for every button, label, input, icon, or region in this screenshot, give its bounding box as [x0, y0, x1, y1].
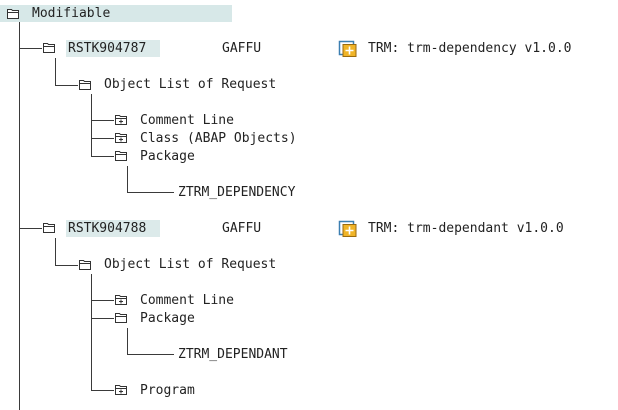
- folder-open-icon[interactable]: [79, 259, 92, 270]
- folder-closed-icon[interactable]: [115, 114, 128, 125]
- tree-connector: [56, 265, 78, 266]
- folder-open-icon[interactable]: [79, 79, 92, 90]
- tree-connector: [92, 120, 114, 121]
- tree-connector: [20, 48, 42, 49]
- request-description: TRM: trm-dependant v1.0.0: [368, 221, 564, 236]
- tree-node-package[interactable]: Package: [140, 310, 195, 328]
- tree-connector: [91, 94, 92, 157]
- request-id[interactable]: RSTK904788: [68, 220, 146, 238]
- tree-node-program[interactable]: Program: [140, 382, 195, 400]
- folder-closed-icon[interactable]: [115, 384, 128, 395]
- folder-closed-icon[interactable]: [115, 132, 128, 143]
- request-owner: GAFFU: [222, 221, 262, 236]
- tree-connector: [92, 156, 114, 157]
- tree-leaf-package-name[interactable]: ZTRM_DEPENDENCY: [178, 184, 295, 202]
- tree-connector: [127, 328, 128, 355]
- folder-open-icon[interactable]: [43, 222, 56, 233]
- tree-connector: [92, 390, 114, 391]
- object-list-node[interactable]: Object List of Request: [104, 76, 276, 94]
- tree-connector: [128, 354, 174, 355]
- tree-connector: [20, 228, 42, 229]
- tree-node-class[interactable]: Class (ABAP Objects): [140, 130, 297, 148]
- tree-connector: [55, 238, 56, 266]
- tree-leaf-package-name[interactable]: ZTRM_DEPENDANT: [178, 346, 288, 364]
- folder-closed-icon[interactable]: [115, 294, 128, 305]
- tree-node-comment-line[interactable]: Comment Line: [140, 292, 234, 310]
- tree-connector: [128, 192, 174, 193]
- tree-connector: [92, 318, 114, 319]
- folder-open-icon[interactable]: [43, 42, 56, 53]
- request-description: TRM: trm-dependency v1.0.0: [368, 41, 572, 56]
- folder-open-icon[interactable]: [115, 312, 128, 323]
- request-id[interactable]: RSTK904787: [68, 40, 146, 58]
- tree-node-modifiable[interactable]: Modifiable: [32, 5, 110, 23]
- trm-package-icon: [338, 220, 357, 237]
- folder-open-icon[interactable]: [115, 150, 128, 161]
- tree-connector: [92, 138, 114, 139]
- tree-connector: [91, 274, 92, 391]
- tree-connector: [127, 166, 128, 193]
- tree-node-comment-line[interactable]: Comment Line: [140, 112, 234, 130]
- trm-package-icon: [338, 40, 357, 57]
- tree-connector: [55, 58, 56, 86]
- tree-connector: [56, 85, 78, 86]
- request-owner: GAFFU: [222, 41, 262, 56]
- tree-connector: [19, 22, 20, 410]
- folder-open-icon[interactable]: [7, 8, 20, 19]
- object-list-node[interactable]: Object List of Request: [104, 256, 276, 274]
- tree-node-package[interactable]: Package: [140, 148, 195, 166]
- tree-connector: [92, 300, 114, 301]
